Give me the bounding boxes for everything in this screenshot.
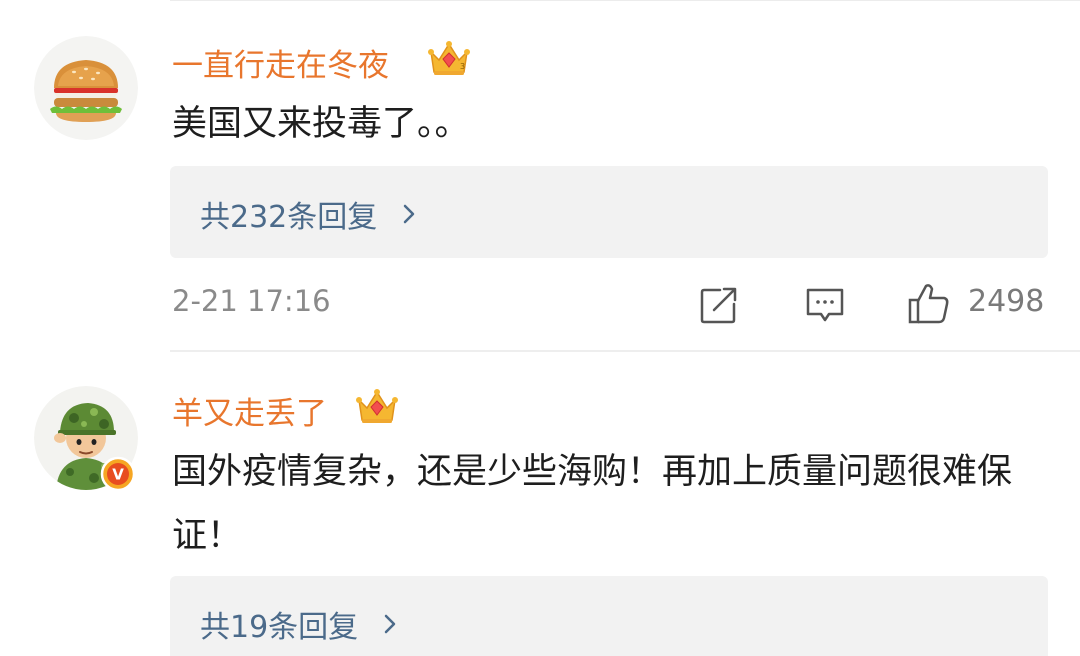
svg-text:3: 3 (460, 62, 465, 71)
username[interactable]: 羊又走丢了 (172, 388, 327, 433)
view-replies-link[interactable]: 共232条回复 (200, 192, 423, 236)
comment-item: V 羊又走丢了 国外疫情复杂，还是少些海购！再加上质量问题很难保证！ 共19条回… (0, 352, 1080, 656)
comment-item: 一直行走在冬夜 3 美国又来投毒了。。 共232条回复 2-21 17:16 2… (0, 0, 1080, 352)
comment-text: 国外疫情复杂，还是少些海购！再加上质量问题很难保证！ (172, 452, 1013, 556)
user-avatar[interactable] (34, 36, 138, 140)
replies-box[interactable]: 共19条回复 (170, 576, 1048, 656)
verified-mark: V (112, 466, 124, 484)
reply-count-label: 共232条回复 (200, 200, 378, 235)
comment-text: 美国又来投毒了。。 (172, 104, 470, 144)
chevron-right-icon (384, 614, 396, 634)
timestamp: 2-21 17:16 (172, 284, 331, 318)
comment-icon[interactable] (804, 284, 846, 326)
replies-box[interactable]: 共232条回复 (170, 166, 1048, 258)
username[interactable]: 一直行走在冬夜 (172, 40, 389, 85)
view-replies-link[interactable]: 共19条回复 (200, 602, 404, 646)
like-count: 2498 (968, 284, 1045, 319)
crown-icon: 3 (428, 41, 470, 75)
share-icon[interactable] (698, 284, 740, 326)
verified-badge-icon: V (100, 456, 136, 492)
crown-icon (356, 389, 398, 423)
reply-count-label: 共19条回复 (200, 610, 359, 645)
hamburger-avatar-icon (34, 36, 138, 140)
comment-actions: 2-21 17:16 2498 (0, 280, 1080, 332)
chevron-right-icon (404, 204, 415, 224)
thumbs-up-icon[interactable] (906, 280, 952, 326)
comment-feed: 一直行走在冬夜 3 美国又来投毒了。。 共232条回复 2-21 17:16 2… (0, 0, 1080, 656)
